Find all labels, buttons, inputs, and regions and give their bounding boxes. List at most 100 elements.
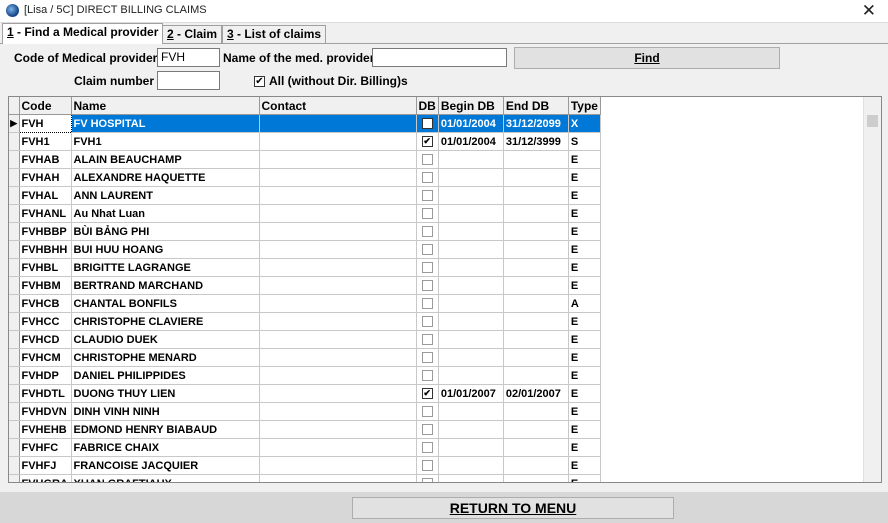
cell-end-db[interactable] (503, 456, 569, 475)
cell-end-db[interactable] (503, 474, 569, 482)
row-indicator[interactable] (9, 384, 20, 403)
table-row[interactable]: FVHEHB EDMOND HENRY BIABAUD E (9, 420, 601, 439)
column-header-contact[interactable]: Contact (259, 97, 417, 115)
table-row[interactable]: FVHBBP BÙI BẢNG PHI E (9, 222, 601, 241)
cell-end-db[interactable]: 31/12/3999 (503, 132, 569, 151)
tab-claim[interactable]: 2 - Claim (162, 25, 223, 43)
cell-end-db[interactable]: 31/12/2099 (503, 114, 569, 133)
cell-db-checkbox[interactable] (416, 330, 439, 349)
cell-code[interactable]: FVHDP (19, 366, 72, 385)
column-header-begin-db[interactable]: Begin DB (438, 97, 504, 115)
table-row[interactable]: FVHFJ FRANCOISE JACQUIER E (9, 456, 601, 475)
column-header-type[interactable]: Type (568, 97, 601, 115)
cell-type[interactable]: E (568, 402, 601, 421)
cell-code[interactable]: FVHBBP (19, 222, 72, 241)
row-indicator[interactable] (9, 366, 20, 385)
db-checkbox[interactable] (421, 208, 433, 220)
provider-name-input[interactable] (372, 48, 507, 67)
cell-begin-db[interactable] (438, 186, 504, 205)
table-row[interactable]: FVHFC FABRICE CHAIX E (9, 438, 601, 457)
db-checkbox[interactable]: ✔ (421, 118, 433, 130)
cell-end-db[interactable] (503, 258, 569, 277)
cell-name[interactable]: BERTRAND MARCHAND (71, 276, 260, 295)
tab-find-provider[interactable]: 1 - Find a Medical provider (2, 23, 164, 44)
row-indicator[interactable] (9, 258, 20, 277)
cell-contact[interactable] (259, 330, 417, 349)
cell-contact[interactable] (259, 258, 417, 277)
cell-end-db[interactable] (503, 438, 569, 457)
table-row[interactable]: FVHDVN DINH VINH NINH E (9, 402, 601, 421)
cell-name[interactable]: BÙI BẢNG PHI (71, 222, 260, 241)
db-checkbox[interactable] (421, 478, 433, 482)
row-indicator[interactable] (9, 240, 20, 259)
cell-begin-db[interactable] (438, 312, 504, 331)
table-row[interactable]: FVHCM CHRISTOPHE MENARD E (9, 348, 601, 367)
db-checkbox[interactable] (421, 244, 433, 256)
table-row[interactable]: FVH1 FVH1 ✔ 01/01/2004 31/12/3999 S (9, 132, 601, 151)
cell-contact[interactable] (259, 204, 417, 223)
cell-type[interactable]: E (568, 276, 601, 295)
cell-end-db[interactable] (503, 420, 569, 439)
cell-end-db[interactable] (503, 204, 569, 223)
cell-db-checkbox[interactable] (416, 456, 439, 475)
cell-begin-db[interactable] (438, 240, 504, 259)
cell-db-checkbox[interactable] (416, 294, 439, 313)
cell-code[interactable]: FVHGRA (19, 474, 72, 482)
return-to-menu-button[interactable]: RETURN TO MENU (352, 497, 674, 519)
db-checkbox[interactable] (421, 316, 433, 328)
cell-code[interactable]: FVHAB (19, 150, 72, 169)
cell-db-checkbox[interactable]: ✔ (416, 384, 439, 403)
cell-name[interactable]: XUAN GRAFTIAUX (71, 474, 260, 482)
table-row[interactable]: FVHBL BRIGITTE LAGRANGE E (9, 258, 601, 277)
cell-begin-db[interactable] (438, 438, 504, 457)
cell-begin-db[interactable] (438, 474, 504, 482)
cell-contact[interactable] (259, 294, 417, 313)
row-indicator[interactable] (9, 186, 20, 205)
db-checkbox[interactable] (421, 406, 433, 418)
db-checkbox[interactable]: ✔ (421, 388, 433, 400)
code-provider-input[interactable]: FVH (157, 48, 220, 67)
db-checkbox[interactable] (421, 226, 433, 238)
table-row[interactable]: FVHBHH BUI HUU HOANG E (9, 240, 601, 259)
cell-name[interactable]: FV HOSPITAL (71, 114, 260, 133)
cell-name[interactable]: CHRISTOPHE MENARD (71, 348, 260, 367)
cell-contact[interactable] (259, 114, 417, 133)
table-row[interactable]: FVHAB ALAIN BEAUCHAMP E (9, 150, 601, 169)
cell-begin-db[interactable]: 01/01/2004 (438, 132, 504, 151)
cell-name[interactable]: BRIGITTE LAGRANGE (71, 258, 260, 277)
db-checkbox[interactable] (421, 370, 433, 382)
db-checkbox[interactable] (421, 334, 433, 346)
cell-type[interactable]: E (568, 330, 601, 349)
cell-name[interactable]: ALEXANDRE HAQUETTE (71, 168, 260, 187)
cell-type[interactable]: E (568, 258, 601, 277)
cell-type[interactable]: E (568, 384, 601, 403)
cell-code[interactable]: FVHCB (19, 294, 72, 313)
cell-db-checkbox[interactable] (416, 366, 439, 385)
db-checkbox[interactable] (421, 460, 433, 472)
row-indicator[interactable] (9, 222, 20, 241)
tab-list-of-claims[interactable]: 3 - List of claims (222, 25, 327, 43)
cell-code[interactable]: FVHBM (19, 276, 72, 295)
row-indicator[interactable] (9, 456, 20, 475)
table-row[interactable]: FVHCB CHANTAL BONFILS A (9, 294, 601, 313)
db-checkbox[interactable] (421, 154, 433, 166)
cell-code[interactable]: FVHDTL (19, 384, 72, 403)
cell-begin-db[interactable] (438, 150, 504, 169)
cell-name[interactable]: FVH1 (71, 132, 260, 151)
table-row[interactable]: FVHDP DANIEL PHILIPPIDES E (9, 366, 601, 385)
row-indicator[interactable] (9, 150, 20, 169)
table-row[interactable]: FVHCC CHRISTOPHE CLAVIERE E (9, 312, 601, 331)
cell-code[interactable]: FVHFJ (19, 456, 72, 475)
cell-begin-db[interactable] (438, 402, 504, 421)
db-checkbox[interactable] (421, 172, 433, 184)
cell-code[interactable]: FVHBL (19, 258, 72, 277)
db-checkbox[interactable] (421, 352, 433, 364)
cell-db-checkbox[interactable] (416, 420, 439, 439)
cell-db-checkbox[interactable] (416, 258, 439, 277)
cell-contact[interactable] (259, 348, 417, 367)
cell-name[interactable]: DANIEL PHILIPPIDES (71, 366, 260, 385)
cell-db-checkbox[interactable] (416, 438, 439, 457)
cell-code[interactable]: FVHBHH (19, 240, 72, 259)
db-checkbox[interactable] (421, 442, 433, 454)
cell-name[interactable]: DUONG THUY LIEN (71, 384, 260, 403)
